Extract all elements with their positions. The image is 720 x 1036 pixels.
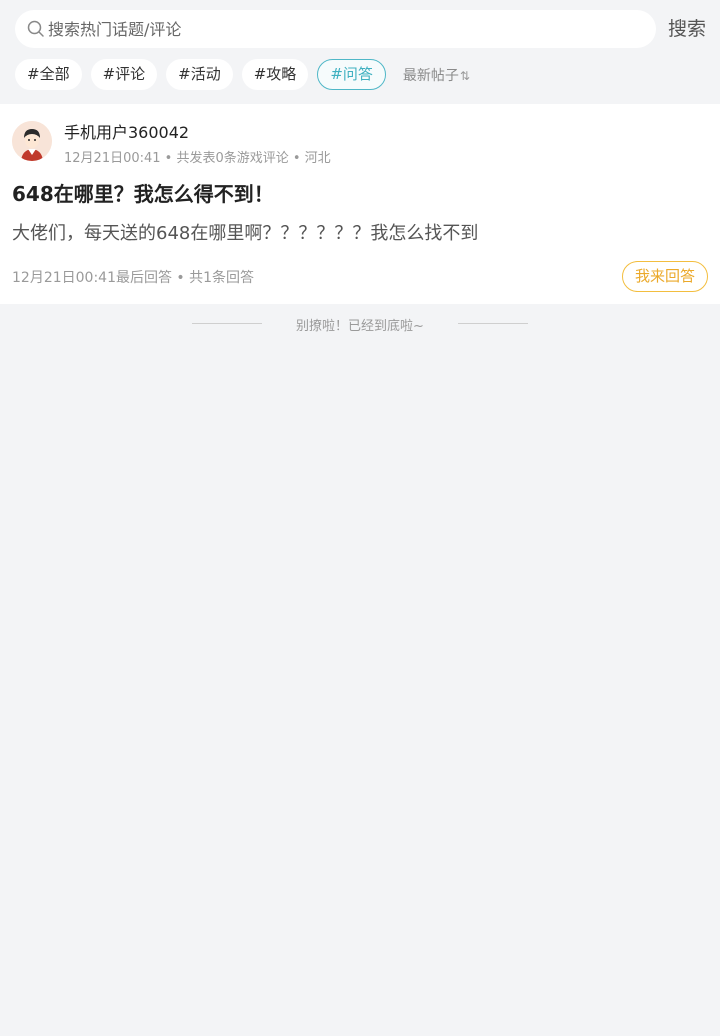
post-card[interactable]: 手机用户360042 12月21日00:41 • 共发表0条游戏评论 • 河北 …: [0, 104, 720, 304]
sort-toggle[interactable]: 最新帖子⇅: [403, 65, 470, 85]
avatar[interactable]: [12, 121, 52, 161]
search-icon: [26, 19, 46, 39]
post-footer: 12月21日00:41最后回答 • 共1条回答: [12, 270, 255, 286]
sort-icon: ⇅: [459, 68, 470, 83]
top-bar: 搜索 #全部 #评论 #活动 #攻略 #问答 最新帖子⇅: [0, 0, 720, 104]
tag-all[interactable]: #全部: [15, 59, 82, 90]
answer-button[interactable]: 我来回答: [621, 261, 708, 292]
post-meta: 12月21日00:41 • 共发表0条游戏评论 • 河北: [64, 151, 331, 166]
sort-label: 最新帖子: [402, 67, 459, 84]
end-of-list-text: 别撩啦！已经到底啦~: [296, 319, 424, 334]
search-input[interactable]: [48, 14, 608, 44]
divider-right: [458, 323, 528, 324]
post-title[interactable]: 648在哪里？我怎么得不到！: [12, 178, 274, 207]
username[interactable]: 手机用户360042: [64, 119, 189, 143]
tag-filter-bar: #全部 #评论 #活动 #攻略 #问答 最新帖子⇅: [15, 59, 470, 90]
tag-comment[interactable]: #评论: [90, 59, 158, 90]
avatar-image: [12, 121, 52, 161]
tag-event[interactable]: #活动: [166, 59, 233, 90]
search-button[interactable]: 搜索: [668, 15, 706, 43]
end-of-list: 别撩啦！已经到底啦~: [0, 304, 720, 344]
tag-guide[interactable]: #攻略: [241, 59, 309, 90]
tag-qa[interactable]: #问答: [317, 59, 386, 90]
post-body[interactable]: 大佬们，每天送的648在哪里啊？？？？？？我怎么找不到: [12, 219, 478, 245]
search-box[interactable]: [15, 10, 656, 48]
